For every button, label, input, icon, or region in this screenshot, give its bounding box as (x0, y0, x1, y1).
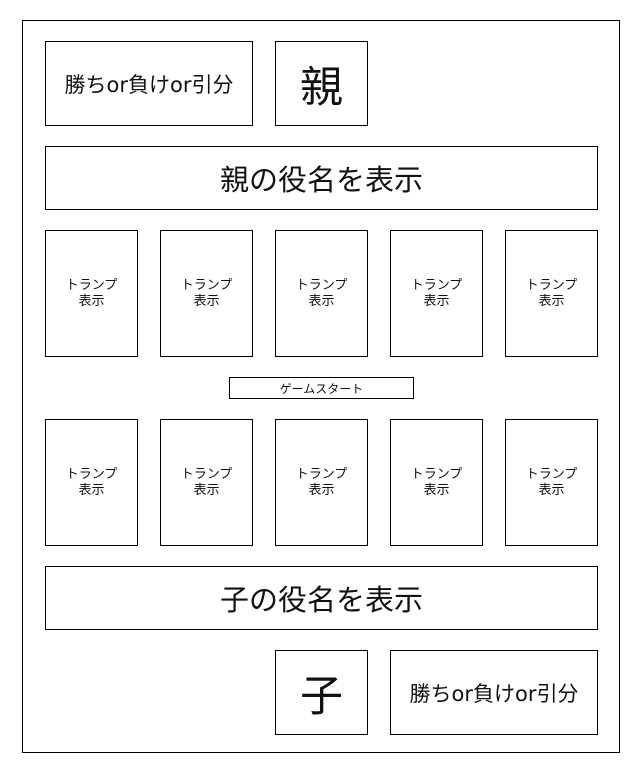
card-line-1: トランプ (525, 277, 578, 293)
dealer-label-box: 親 (275, 41, 368, 126)
card-line-1: トランプ (65, 466, 118, 482)
dealer-label: 親 (300, 62, 343, 113)
card-line-2: 表示 (423, 482, 450, 498)
dealer-card: トランプ 表示 (45, 230, 138, 357)
card-line-1: トランプ (525, 466, 578, 482)
card-line-1: トランプ (180, 277, 233, 293)
dealer-result-box: 勝ちor負けor引分 (45, 41, 253, 126)
card-line-2: 表示 (538, 293, 565, 309)
player-label-box: 子 (275, 650, 368, 735)
card-line-2: 表示 (308, 482, 335, 498)
game-start-label: ゲームスタート (279, 381, 364, 396)
player-label: 子 (300, 671, 343, 722)
dealer-card: トランプ 表示 (390, 230, 483, 357)
dealer-hand-name: 親の役名を表示 (219, 163, 423, 197)
card-line-1: トランプ (180, 466, 233, 482)
card-line-1: トランプ (410, 277, 463, 293)
player-card: トランプ 表示 (390, 419, 483, 546)
card-line-2: 表示 (193, 482, 220, 498)
player-hand-name: 子の役名を表示 (219, 583, 423, 617)
card-line-1: トランプ (295, 466, 348, 482)
card-line-2: 表示 (308, 293, 335, 309)
player-card: トランプ 表示 (45, 419, 138, 546)
player-card: トランプ 表示 (275, 419, 368, 546)
dealer-card: トランプ 表示 (505, 230, 598, 357)
card-line-2: 表示 (538, 482, 565, 498)
player-result-box: 勝ちor負けor引分 (390, 650, 598, 735)
card-line-2: 表示 (78, 293, 105, 309)
player-card: トランプ 表示 (160, 419, 253, 546)
player-result-text: 勝ちor負けor引分 (409, 681, 579, 706)
card-line-1: トランプ (65, 277, 118, 293)
player-hand-name-box: 子の役名を表示 (45, 566, 598, 630)
card-line-1: トランプ (410, 466, 463, 482)
game-start-button[interactable]: ゲームスタート (229, 377, 414, 399)
card-line-1: トランプ (295, 277, 348, 293)
card-line-2: 表示 (78, 482, 105, 498)
dealer-hand-name-box: 親の役名を表示 (45, 146, 598, 210)
card-line-2: 表示 (193, 293, 220, 309)
dealer-result-text: 勝ちor負けor引分 (64, 72, 234, 97)
dealer-card: トランプ 表示 (160, 230, 253, 357)
dealer-card: トランプ 表示 (275, 230, 368, 357)
card-line-2: 表示 (423, 293, 450, 309)
player-card: トランプ 表示 (505, 419, 598, 546)
